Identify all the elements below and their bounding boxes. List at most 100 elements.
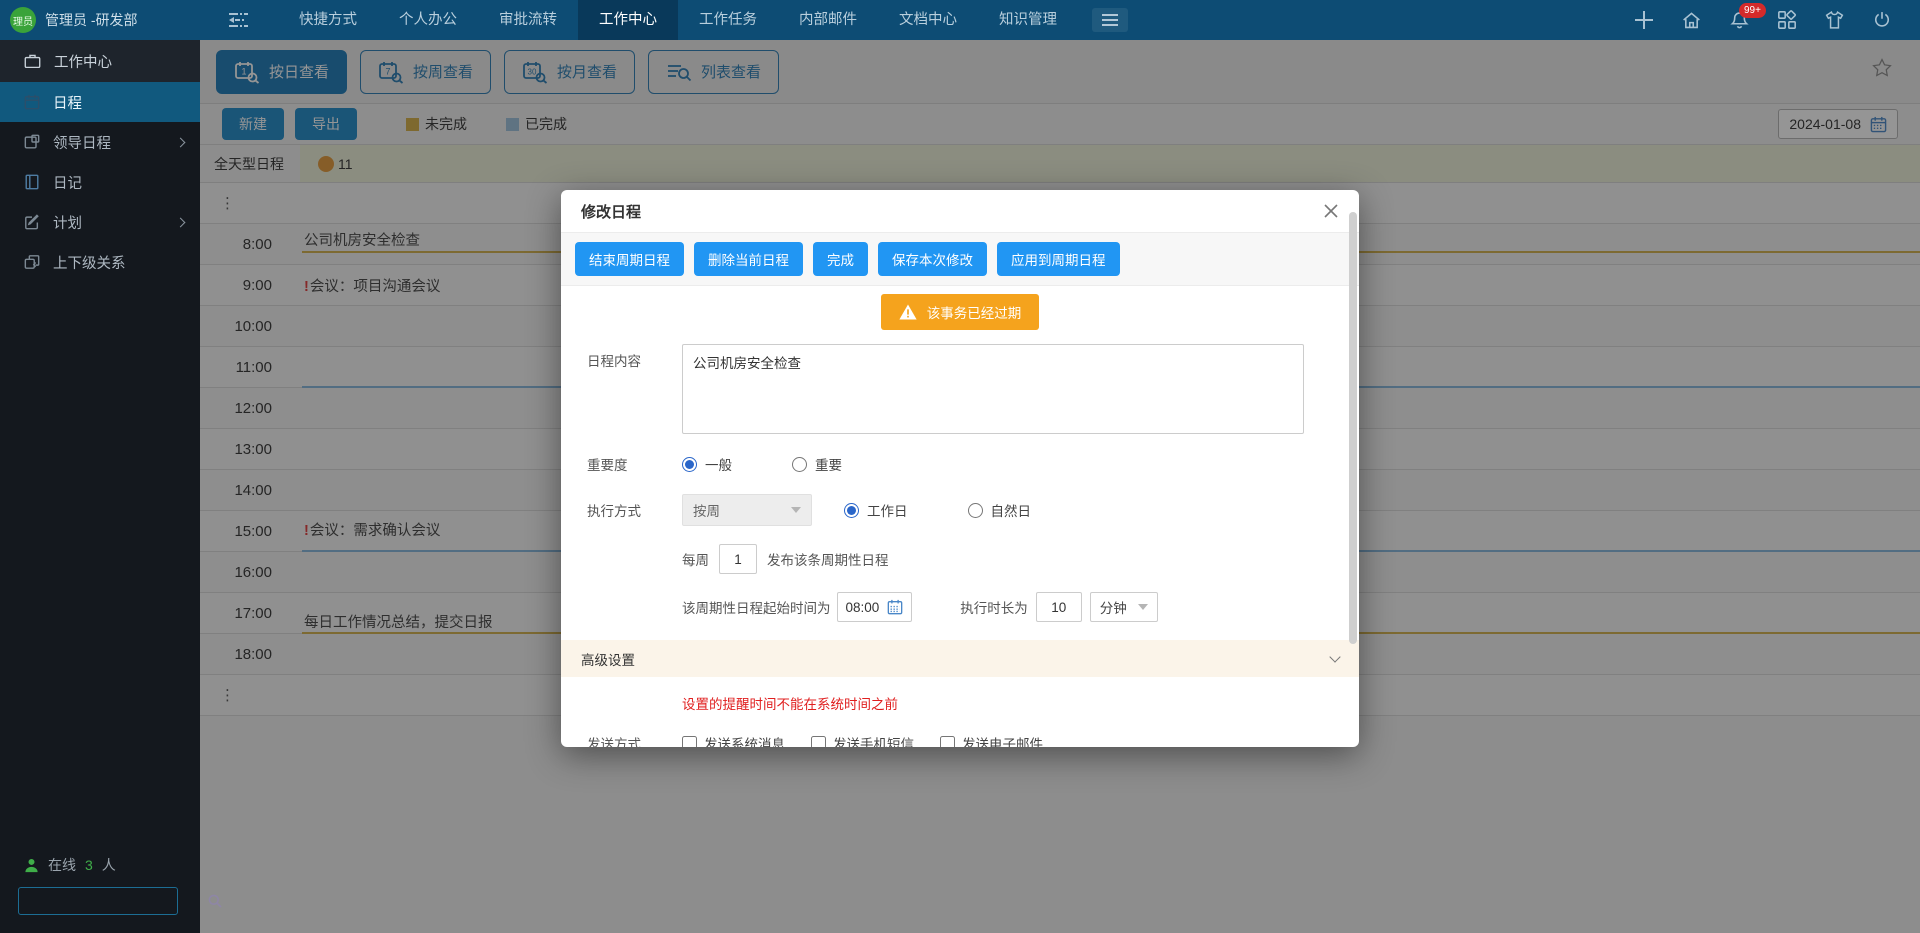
online-status: 在线 3 人 <box>24 855 116 875</box>
save-changes-button[interactable]: 保存本次修改 <box>878 242 987 276</box>
schedule-content-textarea[interactable]: 公司机房安全检查 <box>682 344 1304 434</box>
book-icon <box>24 174 40 190</box>
checkbox-label: 发送电子邮件 <box>962 733 1043 747</box>
duration-unit-select[interactable]: 分钟 <box>1090 592 1158 622</box>
nav-item-knowledge[interactable]: 知识管理 <box>978 0 1078 40</box>
person-icon <box>24 858 39 873</box>
radio-label: 自然日 <box>991 500 1032 520</box>
delete-current-button[interactable]: 删除当前日程 <box>694 242 803 276</box>
sidebar-item-leader-schedule[interactable]: 领导日程 <box>0 122 200 162</box>
online-unit: 人 <box>102 855 116 875</box>
avatar[interactable]: 理员 <box>10 7 36 33</box>
user-info[interactable]: 理员 管理员 -研发部 <box>0 7 200 33</box>
notifications-bell-icon[interactable]: 99+ <box>1729 10 1750 31</box>
nav-item-personal-office[interactable]: 个人办公 <box>378 0 478 40</box>
sidebar-item-label: 领导日程 <box>53 132 111 153</box>
sidebar-item-plan[interactable]: 计划 <box>0 202 200 242</box>
add-icon[interactable] <box>1634 10 1654 30</box>
sidebar-item-schedule[interactable]: 日程 <box>0 82 200 122</box>
duration-prefix: 执行时长为 <box>960 597 1028 617</box>
sidebar-section-work-center[interactable]: 工作中心 <box>0 40 200 82</box>
send-system-option[interactable]: 发送系统消息 <box>682 733 785 747</box>
start-time-input[interactable]: 08:00 <box>837 592 913 622</box>
send-sms-checkbox[interactable] <box>811 736 826 748</box>
radio-label: 工作日 <box>867 500 908 520</box>
sidebar-item-diary[interactable]: 日记 <box>0 162 200 202</box>
importance-important-radio[interactable] <box>792 457 807 472</box>
workday-radio[interactable] <box>844 503 859 518</box>
chevron-right-icon <box>176 217 186 227</box>
importance-important-option[interactable]: 重要 <box>792 454 842 474</box>
apply-to-cycle-button[interactable]: 应用到周期日程 <box>997 242 1120 276</box>
checkbox-label: 发送手机短信 <box>833 733 914 747</box>
send-system-checkbox[interactable] <box>682 736 697 748</box>
calendar-icon <box>24 94 40 110</box>
send-email-checkbox[interactable] <box>940 736 955 748</box>
cycle-type-select[interactable]: 按周 <box>682 494 812 526</box>
duration-input[interactable] <box>1036 592 1082 622</box>
top-navbar: 理员 管理员 -研发部 快捷方式 个人办公 审批流转 工作中心 工作任务 内部邮… <box>0 0 1920 40</box>
sidebar-section-label: 工作中心 <box>54 51 112 72</box>
importance-normal-radio[interactable] <box>682 457 697 472</box>
search-input[interactable] <box>19 888 207 914</box>
workday-option[interactable]: 工作日 <box>844 500 908 520</box>
end-cycle-button[interactable]: 结束周期日程 <box>575 242 684 276</box>
close-icon[interactable] <box>1323 203 1339 219</box>
importance-label: 重要度 <box>587 454 682 474</box>
weekly-interval-input[interactable] <box>719 544 757 574</box>
advanced-settings-toggle[interactable]: 高级设置 <box>561 640 1359 677</box>
complete-button[interactable]: 完成 <box>813 242 868 276</box>
nav-item-work-center[interactable]: 工作中心 <box>578 0 678 40</box>
warning-wrap: 该事务已经过期 <box>561 294 1359 330</box>
nav-item-work-tasks[interactable]: 工作任务 <box>678 0 778 40</box>
sidebar: 工作中心 日程 领导日程 日记 计划 上下级关系 在线 3 人 <box>0 40 200 933</box>
nav-item-approval-flow[interactable]: 审批流转 <box>478 0 578 40</box>
nav-more-icon[interactable] <box>1092 8 1128 32</box>
radio-label: 重要 <box>815 454 842 474</box>
search-icon[interactable] <box>207 893 223 909</box>
start-time-row: 该周期性日程起始时间为 08:00 执行时长为 分钟 <box>682 592 1359 622</box>
nav-item-internal-mail[interactable]: 内部邮件 <box>778 0 878 40</box>
select-value: 分钟 <box>1100 597 1127 617</box>
collapse-menu-icon[interactable] <box>228 12 248 28</box>
main-nav: 快捷方式 个人办公 审批流转 工作中心 工作任务 内部邮件 文档中心 知识管理 <box>278 0 1078 40</box>
navbar-right-icons: 99+ <box>1634 10 1920 31</box>
theme-shirt-icon[interactable] <box>1824 10 1845 30</box>
caret-down-icon <box>1138 604 1148 610</box>
sidebar-search-box <box>18 887 178 915</box>
advanced-settings-label: 高级设置 <box>581 649 635 669</box>
calendar-icon[interactable] <box>887 599 903 615</box>
edit-schedule-modal: 修改日程 结束周期日程 删除当前日程 完成 保存本次修改 应用到周期日程 该事务… <box>561 190 1359 747</box>
exec-mode-row: 执行方式 按周 工作日 自然日 <box>587 494 1359 526</box>
online-label: 在线 <box>48 855 76 875</box>
home-icon[interactable] <box>1681 10 1702 30</box>
importance-normal-option[interactable]: 一般 <box>682 454 732 474</box>
send-method-label: 发送方式 <box>587 733 682 747</box>
edit-icon <box>24 214 40 230</box>
sidebar-item-label: 日程 <box>53 92 82 113</box>
start-time-value: 08:00 <box>846 600 880 615</box>
sidebar-item-label: 日记 <box>53 172 82 193</box>
checkbox-label: 发送系统消息 <box>704 733 785 747</box>
nav-item-document-center[interactable]: 文档中心 <box>878 0 978 40</box>
send-email-option[interactable]: 发送电子邮件 <box>940 733 1043 747</box>
modal-title: 修改日程 <box>581 201 641 222</box>
sidebar-item-hierarchy[interactable]: 上下级关系 <box>0 242 200 282</box>
modal-scrollbar[interactable] <box>1349 198 1357 739</box>
nav-item-shortcuts[interactable]: 快捷方式 <box>278 0 378 40</box>
content-field-row: 日程内容 公司机房安全检查 <box>587 344 1359 434</box>
briefcase-icon <box>24 53 41 69</box>
content-label: 日程内容 <box>587 344 682 434</box>
chevron-right-icon <box>176 137 186 147</box>
natural-day-option[interactable]: 自然日 <box>968 500 1032 520</box>
exec-mode-label: 执行方式 <box>587 500 682 520</box>
natural-day-radio[interactable] <box>968 503 983 518</box>
sidebar-item-label: 上下级关系 <box>53 252 126 273</box>
select-value: 按周 <box>693 500 720 520</box>
warning-triangle-icon <box>899 304 917 320</box>
apps-grid-icon[interactable] <box>1777 10 1797 30</box>
logout-power-icon[interactable] <box>1872 10 1892 30</box>
scrollbar-thumb[interactable] <box>1349 212 1357 644</box>
send-sms-option[interactable]: 发送手机短信 <box>811 733 914 747</box>
send-method-row: 发送方式 发送系统消息 发送手机短信 发送电子邮件 <box>587 733 1359 747</box>
